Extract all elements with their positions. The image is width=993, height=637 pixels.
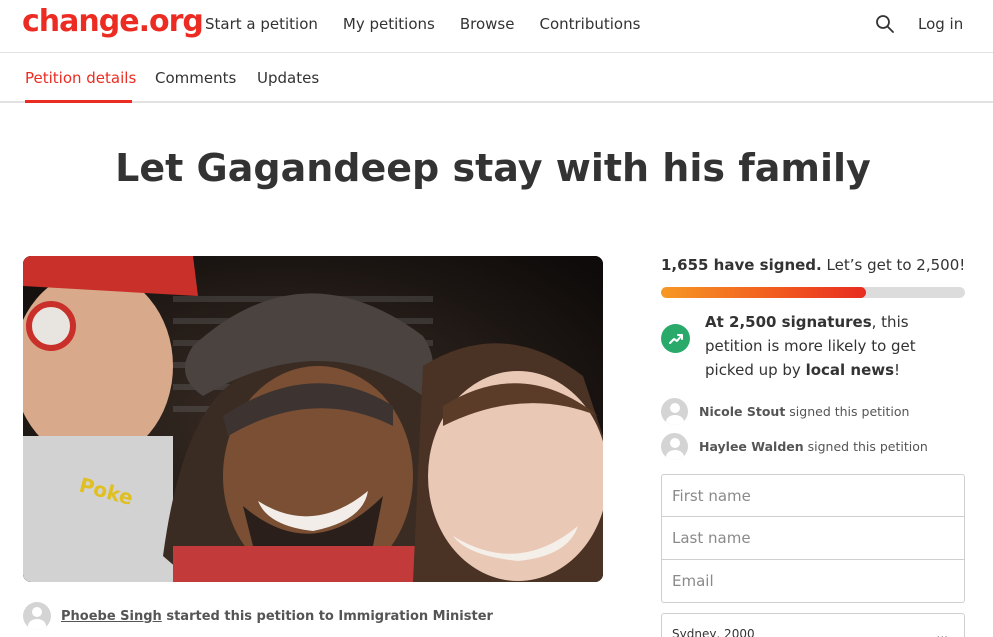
starter-name-link[interactable]: Phoebe Singh — [61, 609, 162, 624]
signature-goal: Let’s get to 2,500! — [826, 256, 966, 274]
petition-tabs: Petition details Comments Updates — [0, 53, 993, 103]
petition-photo: Poke — [23, 256, 603, 582]
active-tab-indicator — [25, 100, 132, 103]
starter-suffix: started this petition to Immigration Min… — [166, 608, 493, 624]
email-field[interactable] — [661, 560, 965, 603]
milestone-text: At 2,500 signatures, this petition is mo… — [705, 310, 965, 382]
signer-action: signed this petition — [789, 404, 910, 419]
signature-sidebar: 1,655 have signed. Let’s get to 2,500! A… — [661, 256, 965, 464]
nav-my-petitions[interactable]: My petitions — [343, 15, 435, 33]
signer-action: signed this petition — [807, 439, 928, 454]
signer-avatar — [661, 398, 688, 425]
milestone-local-news: local news — [805, 361, 895, 379]
tab-comments[interactable]: Comments — [155, 69, 236, 87]
starter-avatar — [23, 602, 51, 630]
tab-updates[interactable]: Updates — [257, 69, 319, 87]
first-name-field[interactable] — [661, 474, 965, 517]
search-icon[interactable] — [875, 14, 895, 34]
location-more-icon[interactable]: ... — [937, 627, 948, 637]
nav-browse[interactable]: Browse — [460, 15, 515, 33]
milestone-suffix: ! — [894, 361, 901, 379]
top-navigation: change.org Start a petition My petitions… — [0, 0, 993, 53]
trending-up-icon — [661, 324, 690, 353]
family-selfie-image: Poke — [23, 256, 603, 582]
sign-petition-form — [661, 474, 965, 603]
last-name-field[interactable] — [661, 517, 965, 560]
signer-name: Haylee Walden — [699, 439, 804, 454]
location-field[interactable]: Sydney, 2000 ... — [661, 613, 965, 637]
milestone-prefix: At 2,500 signatures — [705, 313, 872, 331]
signature-count-line: 1,655 have signed. Let’s get to 2,500! — [661, 256, 965, 274]
recent-signer: Nicole Stout signed this petition — [661, 394, 965, 429]
signature-progress-fill — [661, 287, 866, 298]
signature-progress-bar — [661, 287, 965, 298]
change-org-logo[interactable]: change.org — [22, 4, 204, 39]
petition-title: Let Gagandeep stay with his family — [115, 146, 871, 190]
signer-text: Haylee Walden signed this petition — [699, 439, 928, 454]
recent-signers-list: Nicole Stout signed this petition Haylee… — [661, 394, 965, 464]
location-value: Sydney, 2000 — [672, 627, 755, 637]
signer-name: Nicole Stout — [699, 404, 786, 419]
nav-start-petition[interactable]: Start a petition — [205, 15, 318, 33]
petition-starter: Phoebe Singh started this petition to Im… — [23, 602, 493, 630]
nav-contributions[interactable]: Contributions — [539, 15, 640, 33]
signature-count: 1,655 have signed. — [661, 256, 822, 274]
login-link[interactable]: Log in — [918, 15, 963, 33]
main-nav-links: Start a petition My petitions Browse Con… — [205, 15, 665, 33]
starter-text: Phoebe Singh started this petition to Im… — [61, 609, 493, 624]
signature-milestone-promo: At 2,500 signatures, this petition is mo… — [661, 310, 965, 382]
signer-avatar — [661, 433, 688, 460]
tab-petition-details[interactable]: Petition details — [25, 69, 136, 87]
recent-signer: Haylee Walden signed this petition — [661, 429, 965, 464]
signer-text: Nicole Stout signed this petition — [699, 404, 909, 419]
